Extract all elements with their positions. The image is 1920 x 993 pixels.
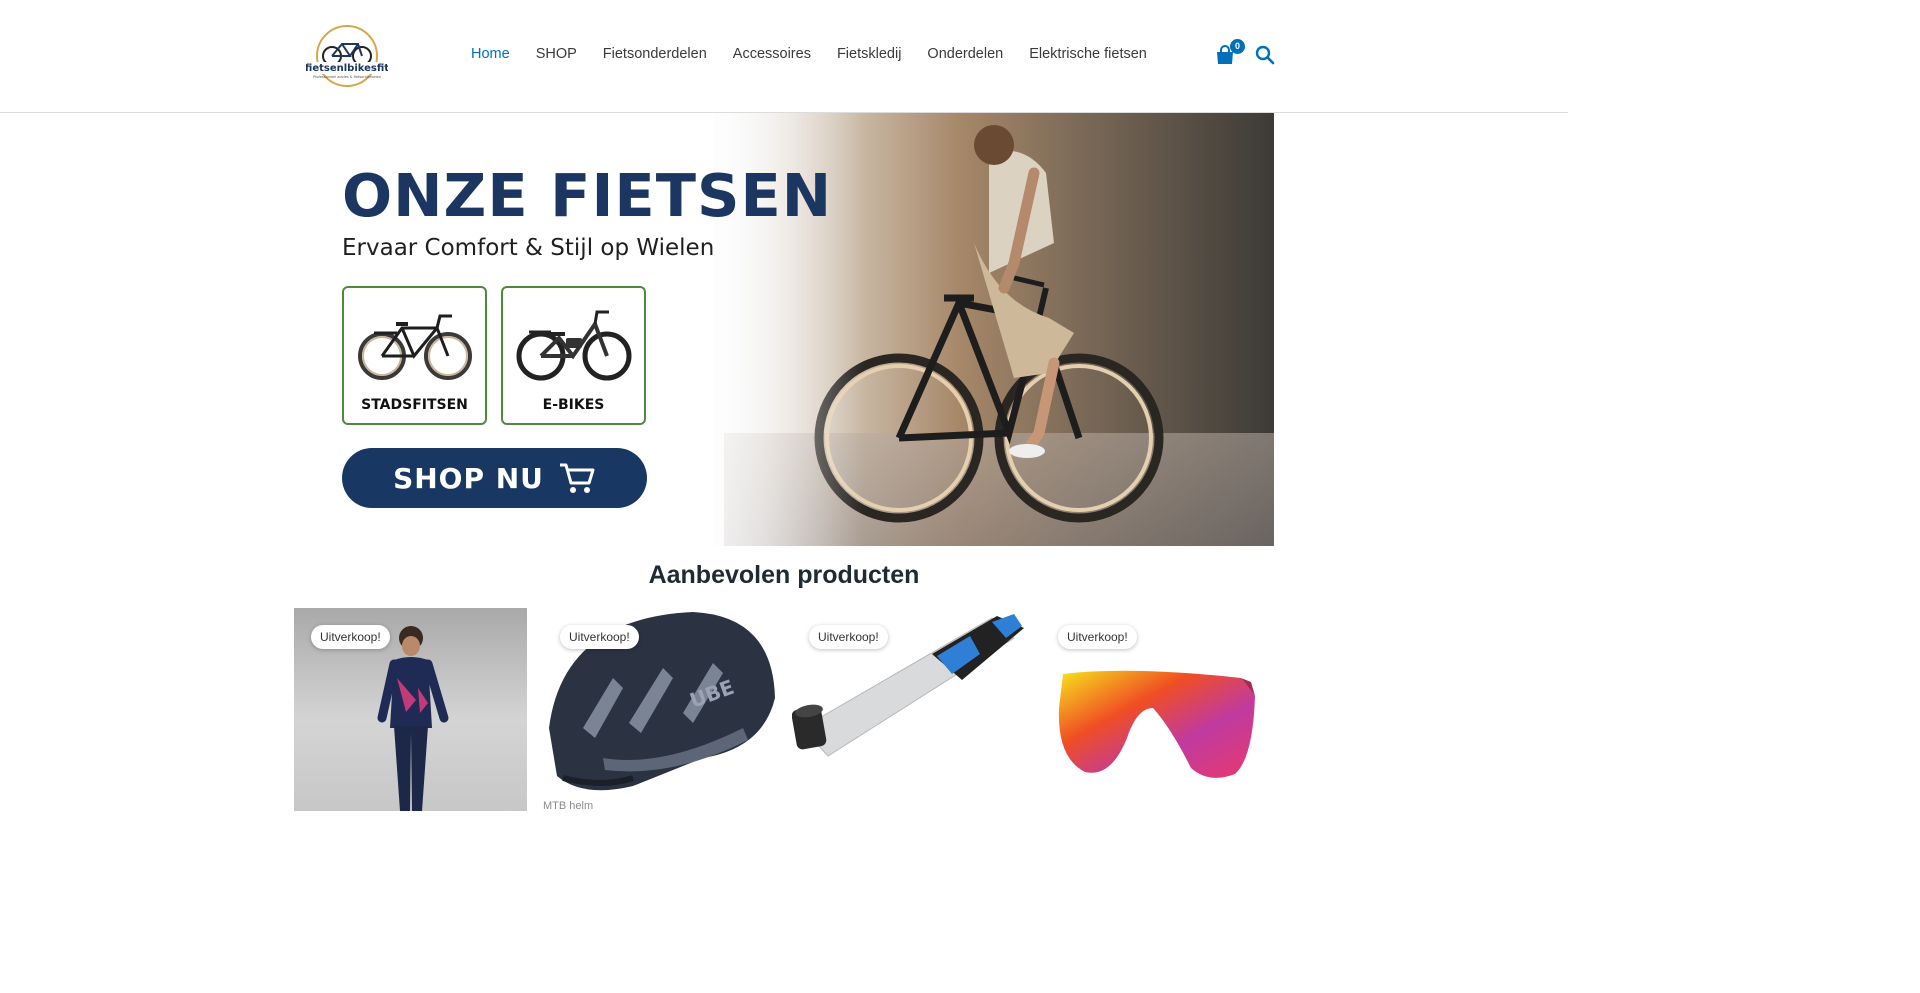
shopping-cart-icon bbox=[559, 463, 595, 493]
nav-item-accessoires[interactable]: Accessoires bbox=[733, 46, 811, 62]
category-label: STADSFITSEN bbox=[361, 397, 468, 413]
category-stadsfietsen[interactable]: STADSFITSEN bbox=[342, 286, 487, 425]
product-card[interactable]: Uitverkoop! bbox=[1041, 608, 1274, 811]
svg-text:Professioneel advies & fietson: Professioneel advies & fietsonderdelen bbox=[313, 75, 381, 79]
shop-now-button[interactable]: SHOP NU bbox=[342, 448, 647, 508]
sale-badge: Uitverkoop! bbox=[311, 625, 390, 649]
site-header: fietsenlbikesfit Professioneel advies & … bbox=[0, 0, 1568, 113]
product-card[interactable]: UBE Uitverkoop! bbox=[543, 608, 776, 811]
search-icon[interactable] bbox=[1255, 45, 1275, 65]
hero-banner[interactable]: ONZE FIETSEN Ervaar Comfort & Stijl op W… bbox=[294, 113, 1274, 546]
nav-item-fietsonderdelen[interactable]: Fietsonderdelen bbox=[603, 46, 707, 62]
nav-item-elektrische-fietsen[interactable]: Elektrische fietsen bbox=[1029, 46, 1147, 62]
svg-text:fietsenlbikesfit: fietsenlbikesfit bbox=[306, 63, 388, 74]
e-bike-icon bbox=[516, 310, 632, 381]
featured-products-heading: Aanbevolen producten bbox=[648, 561, 920, 589]
nav-item-shop[interactable]: SHOP bbox=[536, 46, 577, 62]
hero-title: ONZE FIETSEN bbox=[342, 161, 833, 230]
hero-subtitle: Ervaar Comfort & Stijl op Wielen bbox=[342, 235, 715, 261]
product-category-label[interactable]: MTB helm bbox=[543, 800, 593, 812]
sale-badge: Uitverkoop! bbox=[809, 625, 888, 649]
nav-item-home[interactable]: Home bbox=[471, 46, 510, 62]
category-label: E-BIKES bbox=[542, 397, 605, 413]
category-e-bikes[interactable]: E-BIKES bbox=[501, 286, 646, 425]
shop-now-label: SHOP NU bbox=[393, 461, 544, 495]
nav-item-fietskledij[interactable]: Fietskledij bbox=[837, 46, 901, 62]
main-navigation: Home SHOP Fietsonderdelen Accessoires Fi… bbox=[471, 46, 1173, 62]
product-card[interactable]: Uitverkoop! bbox=[792, 608, 1025, 811]
sale-badge: Uitverkoop! bbox=[560, 625, 639, 649]
site-logo[interactable]: fietsenlbikesfit Professioneel advies & … bbox=[305, 24, 389, 88]
product-card[interactable]: Uitverkoop! bbox=[294, 608, 527, 811]
sale-badge: Uitverkoop! bbox=[1058, 625, 1137, 649]
city-bike-icon bbox=[358, 314, 472, 380]
cart-count-badge: 0 bbox=[1230, 39, 1245, 54]
nav-item-onderdelen[interactable]: Onderdelen bbox=[927, 46, 1003, 62]
